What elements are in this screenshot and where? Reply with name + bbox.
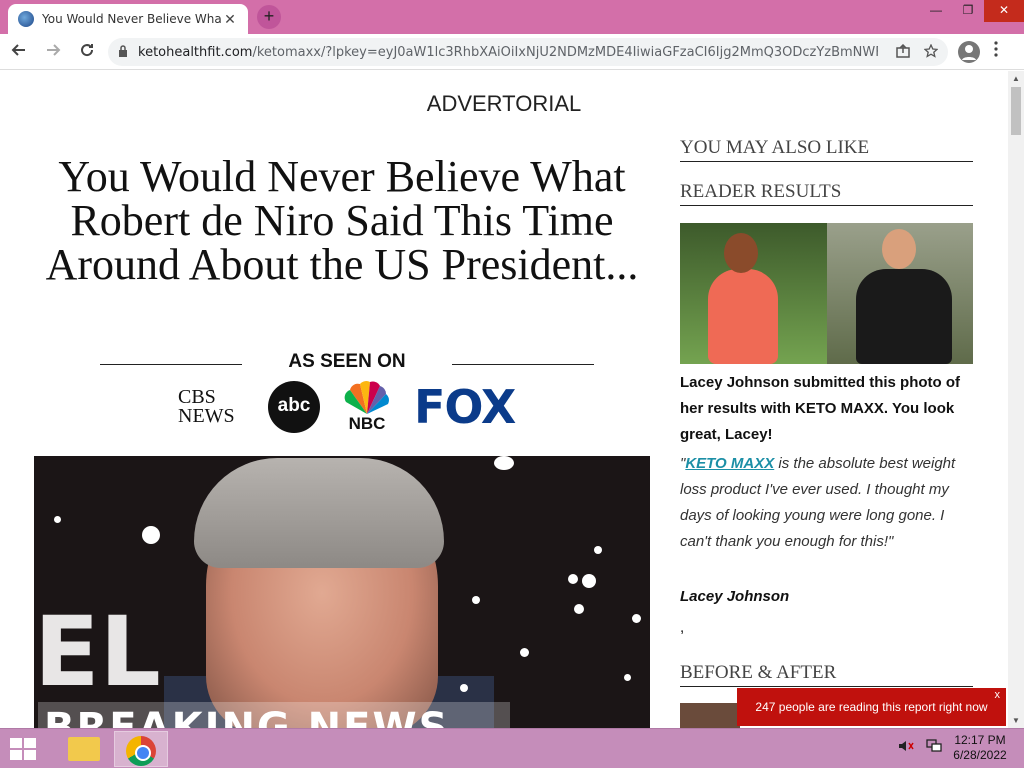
browser-toolbar: ketohealthfit.com/ketomaxx/?lpkey=eyJ0aW…: [0, 34, 1024, 70]
windows-logo-pane: [24, 750, 36, 760]
readers-notification-text: 247 people are reading this report right…: [755, 700, 988, 714]
url-path: /ketomaxx/?lpkey=eyJ0aW1lc3RhbXAiOiIxNjU…: [252, 44, 878, 60]
snow-dot: [472, 596, 480, 604]
bookmark-star-icon[interactable]: [923, 42, 939, 61]
system-tray: [898, 739, 942, 756]
lock-icon[interactable]: [118, 44, 128, 60]
photo-head-after: [882, 229, 916, 269]
breaking-news-banner: BREAKING NEWS: [38, 702, 510, 728]
results-caption: Lacey Johnson submitted this photo of he…: [680, 374, 961, 443]
photo-person-before: [708, 269, 778, 364]
start-button[interactable]: [8, 737, 36, 761]
article-headline: You Would Never Believe What Robert de N…: [45, 152, 639, 289]
fox-logo: FOX: [414, 380, 516, 434]
snow-dot: [54, 516, 61, 523]
snow-dot: [494, 456, 514, 470]
file-explorer-taskbar-button[interactable]: [56, 731, 110, 767]
before-after-heading: BEFORE & AFTER: [680, 662, 973, 687]
page-content: ADVERTORIAL You Would Never Believe What…: [0, 71, 1008, 728]
network-icon[interactable]: [926, 739, 942, 756]
nbc-logo: NBC: [340, 380, 394, 434]
restore-button[interactable]: ❐: [952, 0, 984, 22]
address-bar[interactable]: ketohealthfit.com/ketomaxx/?lpkey=eyJ0aW…: [108, 38, 948, 66]
abc-logo: abc: [268, 381, 320, 433]
reader-results-heading: READER RESULTS: [680, 181, 973, 206]
window-controls: — ❐ ✕: [920, 0, 1024, 22]
snow-dot: [142, 526, 160, 544]
snow-dot: [582, 574, 596, 588]
windows-logo-pane: [10, 738, 22, 748]
tab-title: You Would Never Believe What R: [42, 12, 222, 26]
clock-date: 6/28/2022: [953, 748, 1007, 762]
snow-dot: [632, 614, 641, 623]
address-bar-actions: [896, 42, 939, 61]
profile-avatar-icon[interactable]: [958, 41, 980, 63]
volume-muted-icon[interactable]: [898, 739, 914, 756]
before-after-photo: [680, 703, 740, 728]
scroll-up-arrow-icon[interactable]: ▲: [1008, 74, 1024, 83]
globe-icon: [18, 11, 34, 27]
cbs-logo-line2: NEWS: [178, 405, 235, 427]
reload-button[interactable]: [72, 37, 102, 67]
photo-person-after: [856, 269, 952, 364]
nbc-peacock-icon: [344, 381, 389, 414]
as-seen-on-label: AS SEEN ON: [288, 351, 406, 372]
back-button[interactable]: [4, 37, 34, 67]
readers-notification[interactable]: 247 people are reading this report right…: [737, 688, 1006, 726]
snow-dot: [568, 574, 578, 584]
taskbar-clock[interactable]: 12:17 PM 6/28/2022: [944, 733, 1016, 763]
page-scrollbar[interactable]: ▲ ▼: [1008, 71, 1024, 728]
hero-hair: [194, 458, 444, 568]
notification-close-icon[interactable]: x: [995, 676, 1001, 714]
testimonial-author: Lacey Johnson: [680, 588, 790, 605]
menu-kebab-icon[interactable]: [994, 41, 998, 62]
windows-logo-pane: [24, 738, 36, 748]
hero-background-text: EL: [34, 596, 161, 708]
clock-time: 12:17 PM: [954, 733, 1006, 747]
scrollbar-thumb[interactable]: [1011, 87, 1021, 135]
snow-dot: [520, 648, 529, 657]
folder-icon: [68, 737, 100, 761]
divider-right: [452, 364, 594, 365]
you-may-also-like-heading: YOU MAY ALSO LIKE: [680, 137, 973, 162]
forward-button[interactable]: [38, 37, 68, 67]
reader-results-photo: [680, 223, 973, 364]
share-icon[interactable]: [896, 43, 910, 61]
testimonial-quote: "KETO MAXX is the absolute best weight l…: [680, 451, 965, 555]
nbc-logo-text: NBC: [348, 414, 386, 433]
cbs-news-logo: CBS NEWS: [178, 387, 248, 427]
url-text[interactable]: ketohealthfit.com/ketomaxx/?lpkey=eyJ0aW…: [138, 45, 878, 60]
snow-dot: [574, 604, 584, 614]
url-host: ketohealthfit.com: [138, 44, 253, 60]
media-logos: CBS NEWS abc NBC FOX: [178, 379, 518, 435]
snow-dot: [624, 674, 631, 681]
close-window-button[interactable]: ✕: [984, 0, 1024, 22]
browser-tab[interactable]: You Would Never Believe What R ✕: [8, 4, 248, 34]
new-tab-button[interactable]: +: [257, 5, 281, 29]
chrome-icon: [126, 736, 156, 766]
hero-image: EL BREAKING NEWS: [34, 456, 650, 728]
author-comma: ,: [680, 619, 685, 636]
windows-taskbar: 12:17 PM 6/28/2022: [0, 728, 1024, 768]
windows-logo-pane: [10, 750, 22, 760]
tab-close-icon[interactable]: ✕: [222, 11, 238, 28]
keto-maxx-link[interactable]: KETO MAXX: [685, 455, 774, 472]
scroll-down-arrow-icon[interactable]: ▼: [1008, 716, 1024, 725]
minimize-button[interactable]: —: [920, 0, 952, 22]
photo-head-before: [724, 233, 758, 273]
chrome-taskbar-button[interactable]: [114, 731, 168, 767]
back-arrow-icon: [11, 43, 25, 56]
snow-dot: [460, 684, 468, 692]
advertorial-label: ADVERTORIAL: [426, 91, 582, 116]
browser-titlebar: You Would Never Believe What R ✕ + — ❐ ✕: [0, 0, 1024, 34]
forward-arrow-icon: [47, 43, 61, 56]
reload-icon: [81, 43, 94, 56]
as-seen-on: AS SEEN ON: [100, 351, 594, 375]
snow-dot: [594, 546, 602, 554]
